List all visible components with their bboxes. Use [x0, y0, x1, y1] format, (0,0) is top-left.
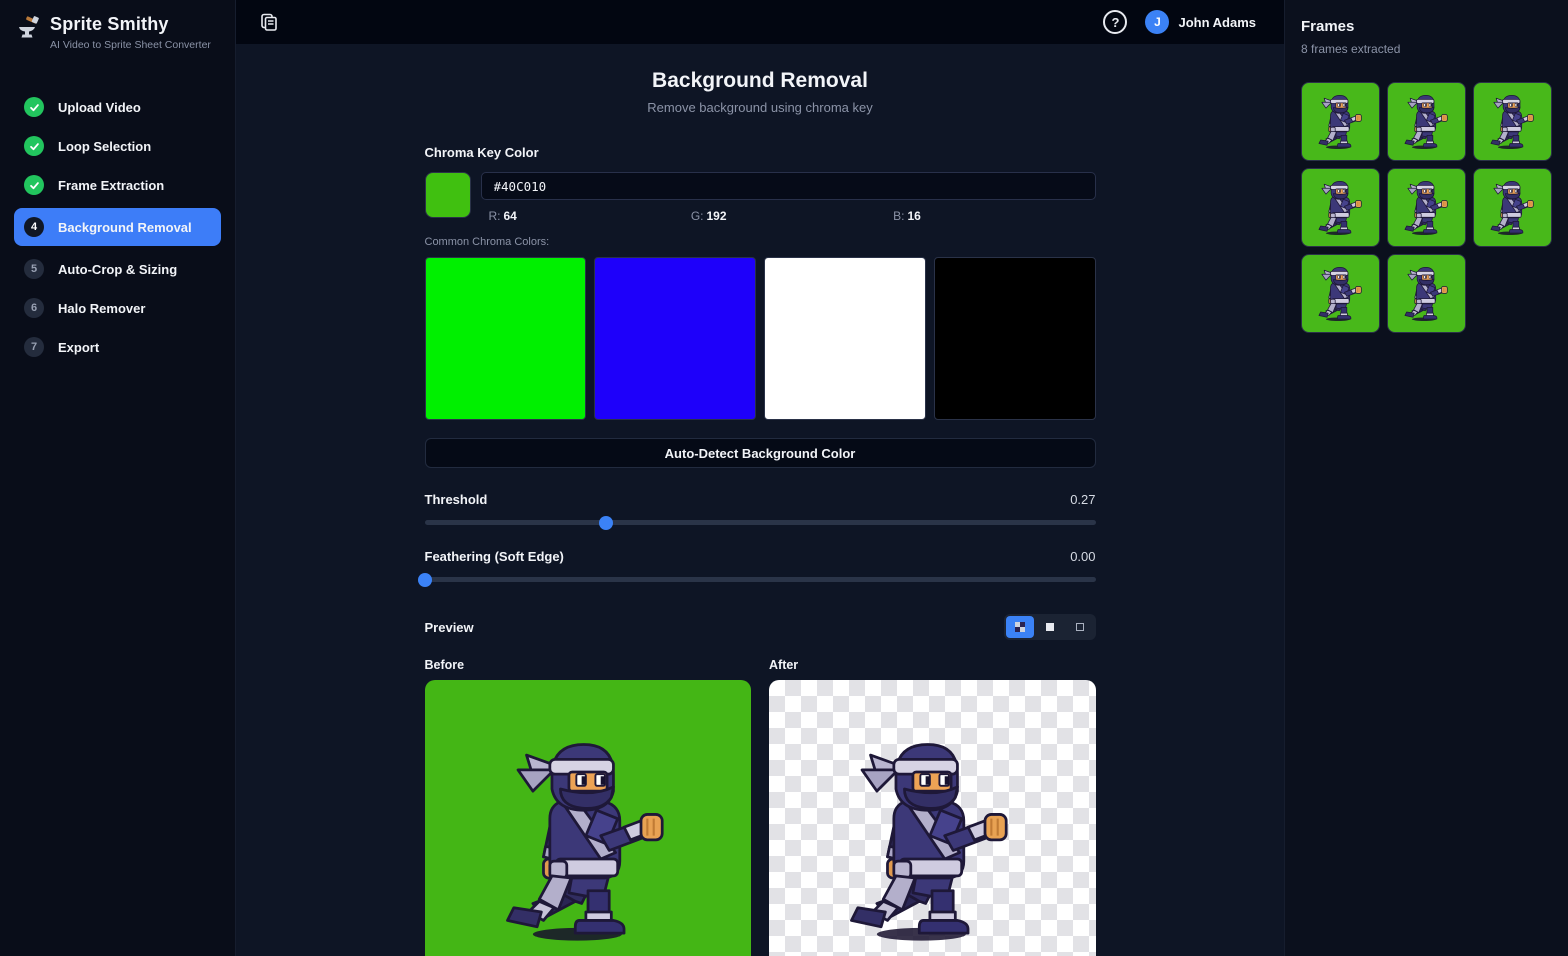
help-button[interactable]: ? [1103, 10, 1128, 34]
after-image [769, 680, 1096, 956]
ninja-sprite [1398, 265, 1456, 323]
ninja-sprite [1484, 93, 1542, 151]
sidebar-item-label: Export [58, 339, 100, 355]
preview-label: Preview [424, 619, 474, 635]
chroma-preset-blue[interactable] [594, 257, 756, 420]
before-after-grid: Before After [424, 658, 1096, 956]
app-title: Sprite Smithy [50, 14, 169, 34]
after-label: After [769, 658, 799, 672]
question-mark-icon: ? [1111, 14, 1120, 30]
sidebar-item-halo-remover[interactable]: 6 Halo Remover [14, 292, 221, 324]
frame-thumbnail-6[interactable] [1473, 168, 1552, 247]
sidebar-item-frame-extraction[interactable]: Frame Extraction [14, 169, 221, 201]
ninja-sprite [1312, 265, 1370, 323]
filled-square-icon [1045, 623, 1054, 631]
user-name: John Adams [1178, 14, 1256, 30]
frames-subtitle: 8 frames extracted [1301, 42, 1401, 56]
app-root: Sprite Smithy AI Video to Sprite Sheet C… [0, 0, 1568, 956]
preview-mode-solid-button[interactable] [1036, 616, 1064, 638]
auto-detect-button[interactable]: Auto-Detect Background Color [424, 438, 1096, 468]
frame-thumbnail-2[interactable] [1387, 82, 1466, 161]
sidebar-item-upload-video[interactable]: Upload Video [14, 91, 221, 123]
chroma-preset-green[interactable] [424, 257, 587, 420]
check-icon [24, 97, 44, 117]
chroma-presets [424, 257, 1096, 420]
threshold-value: 0.27 [1070, 492, 1096, 507]
frame-thumbnail-7[interactable] [1301, 254, 1380, 333]
ninja-sprite [1398, 93, 1456, 151]
page-title: Background Removal [652, 69, 868, 92]
page-subtitle: Remove background using chroma key [647, 100, 873, 115]
chroma-key-label: Chroma Key Color [424, 145, 539, 160]
frame-thumbnail-1[interactable] [1301, 82, 1380, 161]
feathering-value: 0.00 [1070, 549, 1096, 564]
step-number-badge: 4 [24, 217, 44, 237]
sidebar-item-label: Loop Selection [58, 138, 152, 154]
checker-grid-icon [1014, 622, 1025, 632]
ninja-sprite [1398, 179, 1456, 237]
check-icon [24, 136, 44, 156]
rgb-green: G: 192 [690, 209, 727, 223]
chroma-preset-black[interactable] [933, 257, 1096, 420]
main-content: Background Removal Remove background usi… [236, 44, 1284, 956]
sidebar-item-export[interactable]: 7 Export [14, 331, 221, 363]
ninja-sprite [1312, 179, 1370, 237]
ninja-sprite [482, 736, 694, 948]
step-number-badge: 5 [24, 259, 44, 279]
logo: Sprite Smithy AI Video to Sprite Sheet C… [0, 14, 235, 51]
center-column: ? J John Adams Background Removal Remove… [236, 0, 1284, 956]
sidebar-item-label: Halo Remover [58, 300, 146, 316]
current-color-swatch[interactable] [424, 172, 471, 218]
rgb-blue: B: 16 [893, 209, 921, 223]
app-tagline: AI Video to Sprite Sheet Converter [50, 39, 211, 51]
sidebar-item-label: Upload Video [58, 99, 141, 115]
ninja-sprite [1484, 179, 1542, 237]
rgb-red: R: 64 [488, 209, 517, 223]
feathering-slider[interactable] [417, 572, 1096, 587]
ninja-sprite [1312, 93, 1370, 151]
frame-thumbnail-8[interactable] [1387, 254, 1466, 333]
preview-mode-outline-button[interactable] [1066, 616, 1094, 638]
sprite-sheet-icon[interactable] [260, 13, 279, 32]
sidebar: Sprite Smithy AI Video to Sprite Sheet C… [0, 0, 236, 956]
preview-mode-switcher [1003, 614, 1096, 640]
sidebar-item-loop-selection[interactable]: Loop Selection [14, 130, 221, 162]
ninja-sprite [826, 736, 1038, 948]
sidebar-item-background-removal[interactable]: 4 Background Removal [14, 208, 221, 246]
topbar: ? J John Adams [236, 0, 1284, 44]
preview-header: Preview [425, 614, 1096, 640]
before-label: Before [424, 658, 465, 672]
rgb-readout: R: 64 G: 192 B: 16 [481, 209, 1096, 223]
sidebar-item-label: Frame Extraction [58, 177, 165, 193]
feathering-slider-thumb[interactable] [417, 572, 432, 587]
threshold-control: Threshold 0.27 [424, 492, 1096, 530]
anvil-hammer-icon [19, 16, 39, 38]
threshold-slider[interactable] [424, 515, 1096, 530]
common-chroma-label: Common Chroma Colors: [424, 236, 550, 248]
chroma-preset-white[interactable] [764, 257, 926, 420]
outline-square-icon [1075, 623, 1084, 631]
feathering-label: Feathering (Soft Edge) [424, 549, 564, 564]
avatar[interactable]: J [1145, 10, 1170, 34]
check-icon [24, 175, 44, 195]
sidebar-item-label: Background Removal [58, 219, 192, 235]
frame-grid [1301, 82, 1552, 333]
frame-thumbnail-4[interactable] [1301, 168, 1380, 247]
before-image [424, 680, 751, 956]
frame-thumbnail-5[interactable] [1387, 168, 1466, 247]
sidebar-item-label: Auto-Crop & Sizing [58, 261, 178, 277]
sidebar-item-auto-crop-sizing[interactable]: 5 Auto-Crop & Sizing [14, 253, 221, 285]
chroma-picker: R:64 G:192 B:16 [424, 172, 1096, 223]
feathering-control: Feathering (Soft Edge) 0.00 [417, 549, 1096, 587]
hex-color-input[interactable] [480, 172, 1096, 200]
frame-thumbnail-3[interactable] [1473, 82, 1552, 161]
step-number-badge: 6 [24, 298, 44, 318]
frames-title: Frames [1301, 18, 1355, 35]
threshold-label: Threshold [424, 492, 488, 507]
preview-mode-checker-button[interactable] [1005, 616, 1034, 638]
step-number-badge: 7 [24, 337, 44, 357]
step-nav: Upload Video Loop Selection Frame Extrac… [0, 91, 235, 363]
threshold-slider-thumb[interactable] [598, 515, 613, 530]
frames-panel: Frames 8 frames extracted [1284, 0, 1568, 956]
